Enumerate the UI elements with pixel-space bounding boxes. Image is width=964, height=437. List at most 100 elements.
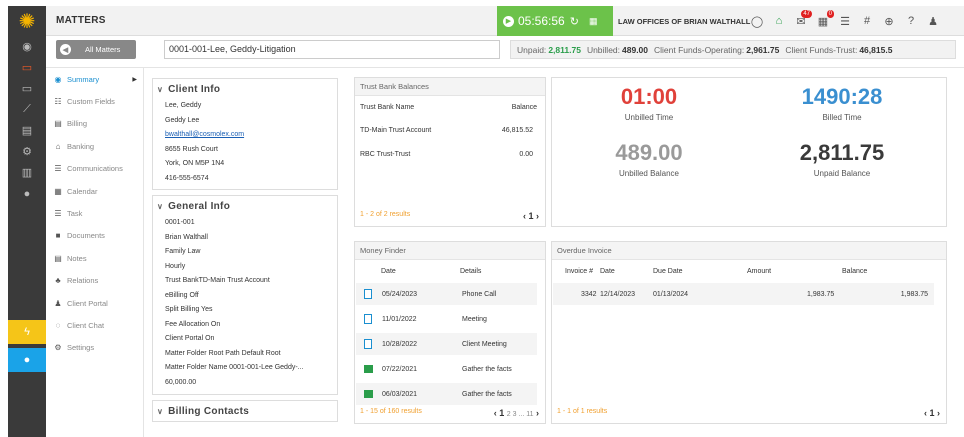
nav-item-summary[interactable]: ◉ Summary ▶	[46, 68, 143, 90]
sliders-icon[interactable]: #	[856, 15, 878, 27]
client-info-title: Client Info	[168, 84, 221, 95]
client-column: ∨ Client Info Lee, Geddy Geddy Lee bwalth…	[152, 78, 338, 427]
overdue-pager-text: 1 - 1 of 1 results	[557, 408, 608, 415]
bank-icon[interactable]: ⌂	[768, 15, 790, 27]
client-portal-icon: ♟	[54, 298, 62, 308]
mail-icon[interactable]: ✉ 47	[790, 9, 812, 28]
dashboard-rail-icon[interactable]: ◉	[8, 36, 46, 57]
money-finder-row[interactable]: 05/24/2023 Phone Call	[356, 283, 537, 305]
row-date: 07/22/2021	[382, 365, 418, 373]
next-page-icon[interactable]: ›	[937, 408, 940, 418]
nav-item-communications[interactable]: ☰ Communications	[46, 158, 143, 180]
money-finder-col-date: Date	[381, 268, 396, 275]
nav-label: Calendar	[67, 186, 98, 196]
general-info-row: Fee Allocation On	[165, 320, 221, 328]
nav-item-custom-fields[interactable]: ☷ Custom Fields	[46, 90, 143, 112]
reset-icon[interactable]: ↻	[570, 15, 579, 28]
billed-time-stat: 1490:28 Billed Time	[757, 84, 927, 122]
overdue-col-date: Date	[600, 268, 615, 275]
general-info-row: 0001-001	[165, 219, 195, 226]
chart-rail-icon[interactable]: ⟋	[8, 99, 46, 120]
matter-selector[interactable]: 0001-001-Lee, Geddy-Litigation	[164, 40, 500, 59]
book-rail-icon[interactable]: ▤	[8, 120, 46, 141]
prev-page-icon[interactable]: ‹	[494, 408, 497, 418]
computer-rail-icon[interactable]: ▭	[8, 78, 46, 99]
play-icon[interactable]: ▶	[503, 15, 514, 27]
nav-item-client-chat[interactable]: ◌ Client Chat	[46, 314, 143, 336]
chevron-down-icon: ∨	[157, 202, 164, 211]
nav-item-notes[interactable]: ▤ Notes	[46, 247, 143, 269]
next-page-icon[interactable]: ›	[536, 408, 539, 418]
invoice-number: 3342	[581, 290, 597, 298]
general-info-row: Brian Walthall	[165, 233, 208, 241]
overdue-invoice-row[interactable]: 3342 12/14/2023 01/13/2024 1,983.75 1,98…	[553, 283, 934, 305]
timer-widget[interactable]: ▶ 05:56:56 ↻ ▦	[497, 6, 613, 36]
nav-item-documents[interactable]: ■ Documents	[46, 225, 143, 247]
calculator-icon[interactable]: ▦	[589, 16, 598, 27]
calendar-badge: 0	[826, 9, 834, 18]
nav-label: Documents	[67, 231, 105, 241]
nav-item-banking[interactable]: ⌂ Banking	[46, 135, 143, 157]
nav-label: Client Portal	[67, 298, 108, 308]
reports-rail-icon[interactable]: ▥	[8, 162, 46, 183]
app-logo[interactable]: ✺	[8, 6, 46, 36]
document-icon	[364, 339, 372, 349]
more-pages[interactable]: 2 3 ... 11	[507, 411, 534, 418]
nav-item-task[interactable]: ☰ Task	[46, 202, 143, 224]
nav-label: Banking	[67, 141, 95, 151]
nav-item-settings[interactable]: ⚙ Settings	[46, 337, 143, 359]
nav-item-client-portal[interactable]: ♟ Client Portal	[46, 292, 143, 314]
list-icon[interactable]: ☰	[834, 15, 856, 28]
money-finder-row[interactable]: 11/01/2022 Meeting	[356, 308, 537, 330]
page-number[interactable]: 1	[528, 211, 533, 221]
general-info-row: 60,000.00	[165, 378, 197, 386]
nav-item-relations[interactable]: ♣ Relations	[46, 270, 143, 292]
billed-time-label: Billed Time	[822, 113, 862, 122]
nav-label: Billing	[67, 119, 88, 129]
trust-pager: 1 - 2 of 2 results ‹ 1 ›	[360, 211, 539, 221]
trust-row-name: RBC Trust-Trust	[360, 151, 411, 158]
calendar-icon: ▦	[54, 186, 62, 196]
general-info-row: Hourly	[165, 262, 186, 270]
nav-item-billing[interactable]: ▤ Billing	[46, 113, 143, 135]
prev-page-icon[interactable]: ‹	[924, 408, 927, 418]
next-page-icon[interactable]: ›	[536, 211, 539, 221]
general-info-row: eBilling Off	[165, 291, 199, 299]
user-rail-icon[interactable]: ●	[8, 183, 46, 204]
money-finder-row[interactable]: 06/03/2021 Gather the facts	[356, 383, 537, 405]
money-finder-title: Money Finder	[355, 242, 545, 260]
folder-icon: ■	[55, 231, 61, 241]
row-details: Gather the facts	[462, 365, 512, 373]
calendar-icon[interactable]: ▦ 0	[812, 9, 834, 28]
client-email-link[interactable]: bwalthall@cosmolex.com	[153, 128, 337, 143]
settings-icon: ⚙	[54, 343, 62, 353]
general-info-header[interactable]: ∨ General Info	[153, 196, 337, 216]
matters-rail-icon[interactable]: ▭	[8, 57, 46, 78]
billing-contacts-header[interactable]: ∨ Billing Contacts	[153, 401, 337, 421]
chat-icon[interactable]: ●	[8, 348, 46, 372]
chat-bubble-icon[interactable]: ◯	[746, 15, 768, 28]
page-title: MATTERS	[56, 15, 106, 26]
money-finder-row[interactable]: 07/22/2021 Gather the facts	[356, 358, 537, 380]
all-matters-button[interactable]: ◀ All Matters	[56, 40, 136, 59]
nav-label: Notes	[67, 253, 87, 263]
unbilled-label: Unbilled:	[586, 44, 621, 55]
notes-icon: ▤	[54, 253, 62, 263]
user-icon[interactable]: ♟	[922, 15, 944, 28]
page-number[interactable]: 1	[929, 408, 934, 418]
add-icon[interactable]: ⊕	[878, 15, 900, 28]
prev-page-icon[interactable]: ‹	[523, 211, 526, 221]
billed-time-value: 1490:28	[801, 84, 883, 109]
general-info-row: Trust BankTD-Main Trust Account	[165, 277, 270, 284]
money-finder-row[interactable]: 10/28/2022 Client Meeting	[356, 333, 537, 355]
nav-item-calendar[interactable]: ▦ Calendar	[46, 180, 143, 202]
money-finder-pager: 1 - 15 of 160 results ‹ 1 2 3 ... 11 ›	[360, 408, 539, 418]
lightning-icon[interactable]: ϟ	[8, 320, 46, 344]
financial-summary: Unpaid: 2,811.75 Unbilled: 489.00 Client…	[510, 40, 956, 59]
page-number[interactable]: 1	[499, 408, 504, 418]
client-funds-trust-value: 46,815.5	[859, 44, 893, 55]
help-icon[interactable]: ?	[900, 15, 922, 27]
overdue-col-balance: Balance	[842, 268, 868, 275]
gears-rail-icon[interactable]: ⚙	[8, 141, 46, 162]
client-info-header[interactable]: ∨ Client Info	[153, 79, 337, 99]
